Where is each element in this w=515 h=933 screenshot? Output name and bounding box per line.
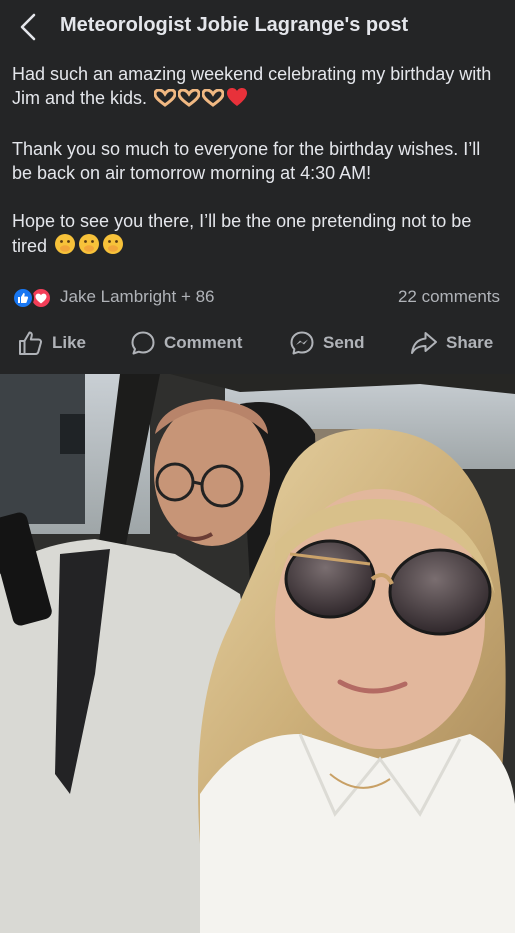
- share-button[interactable]: Share: [410, 330, 493, 356]
- paragraph-text: Had such an amazing weekend celebrating …: [12, 64, 492, 108]
- red-heart-emoji: [226, 87, 248, 113]
- comment-label: Comment: [164, 333, 243, 352]
- chevron-left-icon: [20, 13, 36, 41]
- post-paragraph: Thank you so much to everyone for the bi…: [12, 139, 481, 183]
- heart-hands-emoji: [177, 88, 201, 113]
- comment-button[interactable]: Comment: [130, 330, 242, 356]
- post-header: Meteorologist Jobie Lagrange's post: [0, 0, 515, 54]
- heart-hands-emoji: [153, 88, 177, 113]
- face-peeking-emoji: [102, 233, 124, 261]
- comment-bubble-icon: [131, 331, 155, 355]
- post-photo[interactable]: [0, 374, 515, 933]
- face-peeking-emoji: [54, 233, 76, 261]
- post-paragraph: Hope to see you there, I’ll be the one p…: [12, 209, 502, 261]
- like-button[interactable]: Like: [18, 330, 86, 356]
- post-paragraph: Had such an amazing weekend celebrating …: [12, 62, 502, 113]
- heart-hands-emoji: [201, 88, 225, 113]
- comments-count[interactable]: 22 comments: [398, 287, 500, 307]
- like-label: Like: [52, 333, 87, 352]
- action-bar: Like Comment Send Share: [0, 322, 515, 364]
- reaction-icons[interactable]: [12, 286, 56, 309]
- messenger-icon: [290, 331, 314, 355]
- selfie-photo-illustration: [0, 374, 515, 933]
- thumbs-up-icon: [19, 331, 43, 355]
- send-button[interactable]: Send: [289, 330, 365, 356]
- share-label: Share: [446, 333, 494, 352]
- reactors-summary[interactable]: Jake Lambright + 86: [60, 287, 215, 307]
- post-text: Had such an amazing weekend celebrating …: [12, 62, 502, 285]
- face-peeking-emoji: [78, 233, 100, 261]
- share-arrow-icon: [411, 332, 437, 354]
- back-button[interactable]: [14, 12, 42, 42]
- send-label: Send: [323, 333, 365, 352]
- reactions-bar: Jake Lambright + 86 22 comments: [12, 284, 500, 310]
- page-title: Meteorologist Jobie Lagrange's post: [60, 14, 409, 36]
- like-icon: [12, 287, 34, 309]
